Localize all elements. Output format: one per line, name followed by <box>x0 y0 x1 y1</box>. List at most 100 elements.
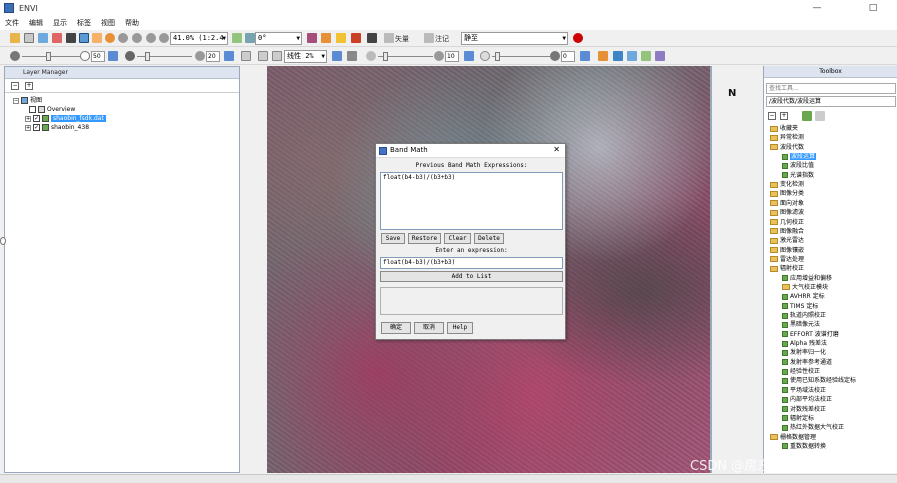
view-splitter[interactable] <box>710 66 712 473</box>
help-icon[interactable] <box>573 33 583 43</box>
zoom-full-icon[interactable] <box>159 33 169 43</box>
histogram-icon[interactable] <box>258 51 268 61</box>
toolbox-item[interactable]: 重数数据转换 <box>782 442 826 451</box>
favorite-icon[interactable] <box>802 111 812 121</box>
toolbox-item[interactable]: 异常检测 <box>770 133 804 142</box>
menu-help[interactable]: 帮助 <box>120 18 144 28</box>
fly-icon[interactable] <box>105 33 115 43</box>
cancel-button[interactable]: 取消 <box>414 322 444 334</box>
menu-display[interactable]: 显示 <box>48 18 72 28</box>
vector-label[interactable]: 矢量 <box>395 34 409 44</box>
layer-icon[interactable] <box>38 33 48 43</box>
toolbox-item[interactable]: 波段运算 <box>782 152 817 161</box>
layer2-checkbox[interactable]: ✓ <box>33 124 40 131</box>
brightness-slider[interactable] <box>22 56 87 57</box>
blend-icon[interactable] <box>613 51 623 61</box>
contrast-value[interactable]: 20 <box>206 51 220 62</box>
expand-all-icon[interactable]: + <box>780 112 788 120</box>
toolbox-item[interactable]: EFFORT 波谱打磨 <box>782 330 839 339</box>
refresh-stretch-icon[interactable] <box>332 51 342 61</box>
toolbox-item[interactable]: 轨道内照校正 <box>782 311 826 320</box>
reset-transparency-icon[interactable] <box>580 51 590 61</box>
stretch-icon[interactable] <box>241 51 251 61</box>
brightness-value[interactable]: 50 <box>91 51 105 62</box>
menu-view[interactable]: 视图 <box>96 18 120 28</box>
zoom-select[interactable]: 41.0% (1:2.4 ▼ <box>170 32 228 45</box>
close-icon[interactable]: ✕ <box>553 145 560 154</box>
toolbox-item[interactable]: 经验性校正 <box>782 367 820 376</box>
chip-icon[interactable] <box>367 33 377 43</box>
annotation-select[interactable]: 静至 ▼ <box>461 32 568 45</box>
auto-stretch-icon[interactable] <box>347 51 357 61</box>
pin-icon[interactable] <box>52 33 62 43</box>
transparency-slider-handle[interactable] <box>495 52 500 61</box>
toolbox-item[interactable]: 收藏夹 <box>770 124 798 133</box>
collapse-all-icon[interactable]: − <box>11 82 19 90</box>
annotation-label[interactable]: 注记 <box>435 34 449 44</box>
toolbox-item[interactable]: 图像融合 <box>770 227 804 236</box>
toolbox-item[interactable]: 图像分类 <box>770 189 804 198</box>
add-to-list-button[interactable]: Add to List <box>380 271 563 282</box>
sharpen-slider-handle[interactable] <box>383 52 388 61</box>
roi-icon[interactable] <box>336 33 346 43</box>
save-button[interactable]: Save <box>381 233 405 244</box>
zoom-fixed-icon[interactable] <box>146 33 156 43</box>
reset-sharpen-icon[interactable] <box>464 51 474 61</box>
toolbox-item[interactable]: 黑暗像元法 <box>782 320 820 329</box>
transparency-value[interactable]: 0 <box>561 51 575 62</box>
tree-layer-1[interactable]: + ✓ shaobin_fsdk.dat <box>25 114 106 123</box>
toolbox-item[interactable]: 平场域法校正 <box>782 386 826 395</box>
zoom-in-icon[interactable] <box>118 33 128 43</box>
toolbox-item[interactable]: 光谱指数 <box>782 171 814 180</box>
rotate-ccw-icon[interactable] <box>245 33 255 43</box>
pause-icon[interactable] <box>655 51 665 61</box>
toolbox-item[interactable]: 雷达处理 <box>770 255 804 264</box>
toolbox-item[interactable]: 辐射校正 <box>770 264 804 273</box>
clear-button[interactable]: Clear <box>444 233 471 244</box>
tree-overview-node[interactable]: Overview <box>29 105 75 114</box>
rotation-select[interactable]: 0° ▼ <box>255 32 302 45</box>
toolbox-item[interactable]: 面向对象 <box>770 199 804 208</box>
delete-button[interactable]: Delete <box>474 233 504 244</box>
overview-checkbox[interactable] <box>29 106 36 113</box>
portal-icon[interactable] <box>598 51 608 61</box>
data-manager-icon[interactable] <box>24 33 34 43</box>
collapse-all-icon[interactable]: − <box>768 112 776 120</box>
toolbox-search-input[interactable]: 查找工具... <box>766 83 896 94</box>
toolbox-item[interactable]: 应用增益和偏移 <box>782 274 832 283</box>
help-button[interactable]: Help <box>447 322 473 334</box>
layer1-checkbox[interactable]: ✓ <box>33 115 40 122</box>
toolbox-item[interactable]: 热红外数据大气校正 <box>782 423 844 432</box>
toolbox-item[interactable]: 对数残差校正 <box>782 405 826 414</box>
toolbox-item[interactable]: 波段比值 <box>782 161 814 170</box>
unfavorite-icon[interactable] <box>815 111 825 121</box>
swipe-icon[interactable] <box>641 51 651 61</box>
cursor-icon[interactable] <box>66 33 76 43</box>
toolbox-item[interactable]: TIMS 定标 <box>782 302 818 311</box>
pan-icon[interactable] <box>92 33 102 43</box>
sharpen-value[interactable]: 10 <box>445 51 459 62</box>
menu-edit[interactable]: 编辑 <box>24 18 48 28</box>
expression-input[interactable]: float(b4-b3)/(b3+b3) <box>380 257 563 269</box>
expand-icon[interactable]: + <box>25 115 31 122</box>
toolbox-item[interactable]: 发射率参考通道 <box>782 358 832 367</box>
rotate-icon[interactable] <box>232 33 242 43</box>
tree-view-node[interactable]: − 视图 <box>13 96 42 105</box>
menu-file[interactable]: 文件 <box>0 18 24 28</box>
toolbox-item[interactable]: 变化检测 <box>770 180 804 189</box>
toolbox-item[interactable]: 图像镶嵌 <box>770 246 804 255</box>
menu-label[interactable]: 标签 <box>72 18 96 28</box>
toolbox-item[interactable]: 辐射定标 <box>782 414 814 423</box>
contrast-slider-handle[interactable] <box>145 52 150 61</box>
reset-contrast-icon[interactable] <box>224 51 234 61</box>
toolbox-item[interactable]: 大气校正模块 <box>782 283 828 292</box>
panel-resize-handle[interactable] <box>0 237 6 245</box>
tree-layer-2[interactable]: + ✓ shaobin_438 <box>25 123 89 132</box>
toolbox-item[interactable]: 使用已知系数经验线定标 <box>782 376 856 385</box>
toolbox-item[interactable]: Alpha 残差法 <box>782 339 827 348</box>
transparency-slider[interactable] <box>492 56 550 57</box>
profile-icon[interactable] <box>351 33 361 43</box>
vector-icon[interactable] <box>384 33 394 43</box>
ok-button[interactable]: 确定 <box>381 322 411 334</box>
toolbox-item[interactable]: 激光雷达 <box>770 236 804 245</box>
